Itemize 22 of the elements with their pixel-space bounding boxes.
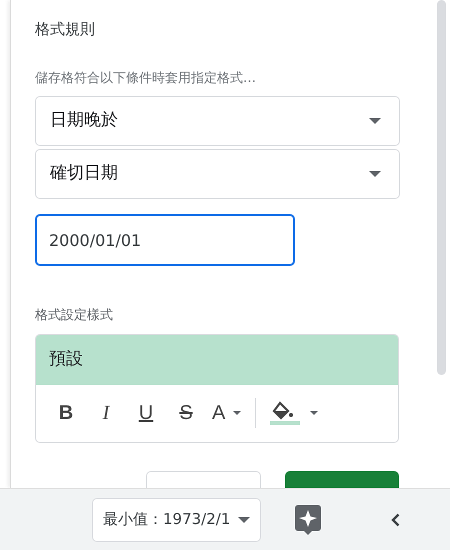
condition-dropdown[interactable]: 確切日期 xyxy=(35,149,400,199)
caret-icon xyxy=(233,411,242,415)
underline-button[interactable]: U xyxy=(128,395,164,431)
text-color-button[interactable]: A xyxy=(208,395,246,431)
condition-label: 儲存格符合以下條件時套用指定格式… xyxy=(35,70,257,88)
italic-button[interactable]: I xyxy=(88,395,124,431)
format-preview[interactable]: 預設 xyxy=(36,334,398,384)
strikethrough-button[interactable]: S xyxy=(168,395,204,431)
caret-icon xyxy=(369,118,381,124)
scrollbar[interactable] xyxy=(437,0,446,375)
style-label: 格式設定樣式 xyxy=(35,307,114,325)
summary-dropdown[interactable]: 最小值：1973/2/1 xyxy=(92,498,262,542)
bold-button[interactable]: B xyxy=(48,395,84,431)
date-input-field[interactable]: 2000/01/01 xyxy=(35,214,295,266)
paint-bucket-icon xyxy=(270,401,302,425)
explore-icon[interactable] xyxy=(295,504,322,534)
chevron-left-icon[interactable] xyxy=(391,512,400,526)
condition-dropdown[interactable]: 日期晚於 xyxy=(35,96,400,146)
panel-title: 格式規則 xyxy=(35,19,96,40)
caret-icon xyxy=(369,171,381,177)
caret-icon xyxy=(310,411,318,415)
caret-icon xyxy=(238,516,250,522)
